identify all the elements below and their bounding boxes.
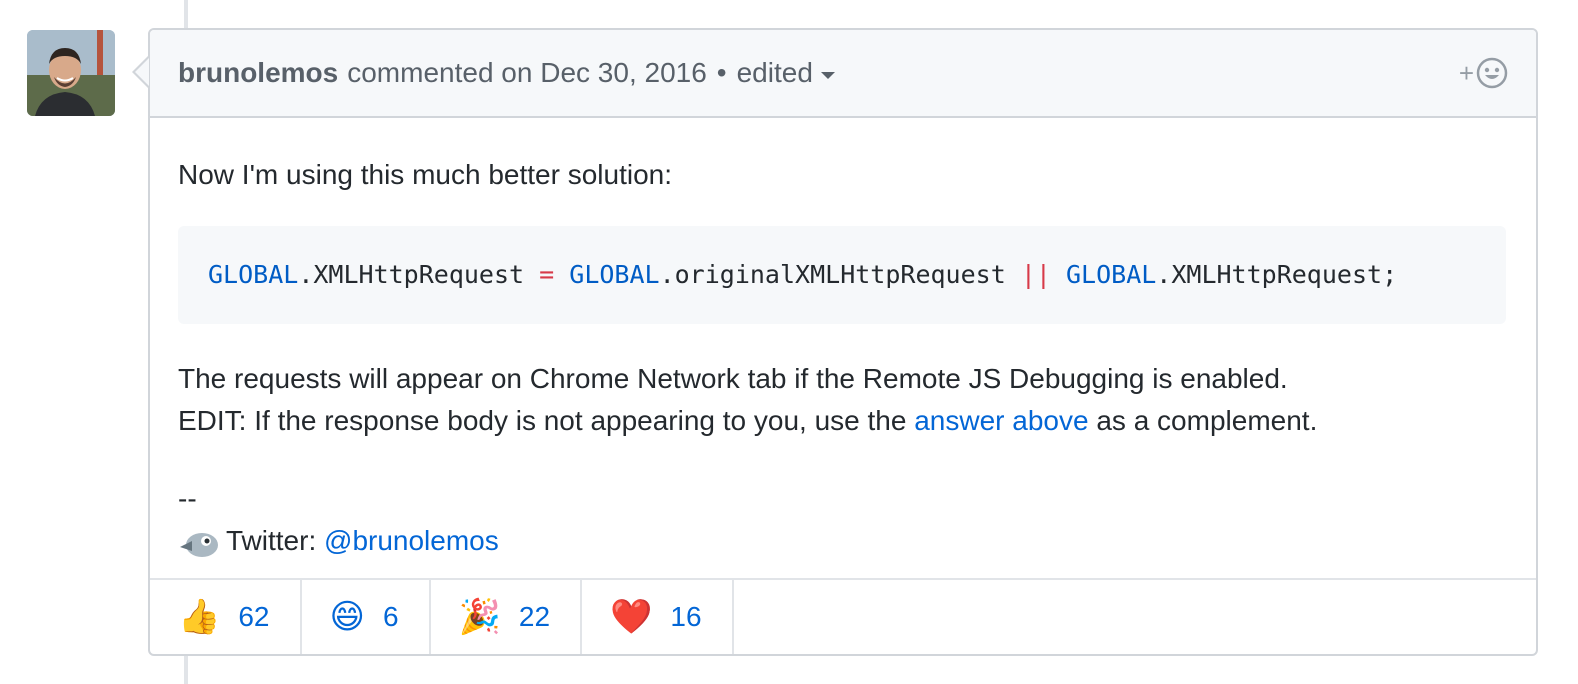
heart-icon: ❤️ (610, 598, 653, 636)
comment-card: brunolemos commented on Dec 30, 2016 • e… (148, 28, 1538, 656)
answer-above-link[interactable]: answer above (914, 405, 1088, 436)
timeline-line-bottom (184, 656, 188, 684)
thumbs-up-icon: 👍 (178, 598, 221, 636)
code-token: .XMLHttpRequest (298, 260, 540, 289)
edited-dropdown[interactable]: edited (737, 57, 835, 89)
body-line-2-suffix: as a complement. (1088, 405, 1318, 436)
smiley-icon (1476, 57, 1508, 89)
comment-header: brunolemos commented on Dec 30, 2016 • e… (150, 30, 1536, 118)
author-link[interactable]: brunolemos (178, 57, 338, 89)
avatar[interactable] (27, 30, 115, 116)
timeline-line-top (184, 0, 188, 28)
add-reaction-button[interactable]: + (1459, 57, 1508, 89)
separator-bullet: • (716, 57, 727, 88)
timeline: brunolemos commented on Dec 30, 2016 • e… (0, 0, 1578, 684)
edited-label: edited (736, 57, 813, 88)
comment-body: Now I'm using this much better solution:… (150, 118, 1536, 562)
smile-icon: 😄 (329, 598, 365, 636)
reaction-count: 22 (518, 601, 551, 632)
code-token: .XMLHttpRequest; (1156, 260, 1398, 289)
reactions-bar: 👍 62 😄 6 🎉 22 ❤️ 16 (150, 578, 1536, 654)
signature: -- Twitter: @brunolemos (178, 478, 1506, 562)
body-line-1: The requests will appear on Chrome Netwo… (178, 363, 1288, 394)
reaction-count: 62 (238, 601, 270, 632)
code-token-global: GLOBAL (569, 260, 660, 289)
tada-icon: 🎉 (458, 598, 501, 636)
intro-text: Now I'm using this much better solution: (178, 159, 673, 190)
code-block: GLOBAL .XMLHttpRequest = GLOBAL .originalX… (178, 226, 1506, 324)
twitter-handle-link[interactable]: @brunolemos (324, 525, 499, 556)
code-operator: || (1020, 260, 1051, 289)
twitter-label: Twitter: (226, 525, 325, 556)
body-paragraph: The requests will appear on Chrome Netwo… (178, 358, 1506, 442)
reaction-count: 16 (670, 601, 702, 632)
reaction-count: 6 (382, 601, 399, 632)
signature-dashes: -- (178, 483, 197, 514)
code-operator: = (539, 260, 555, 289)
code-token-global: GLOBAL (1065, 260, 1157, 289)
bird-icon (180, 532, 218, 557)
reaction-smile-button[interactable]: 😄 6 (302, 580, 431, 654)
avatar-photo (27, 30, 115, 116)
caret-down-icon (820, 71, 835, 79)
body-line-2-prefix: EDIT: If the response body is not appear… (178, 405, 915, 436)
reaction-heart-button[interactable]: ❤️ 16 (582, 580, 734, 654)
code-token-global: GLOBAL (208, 260, 299, 289)
reaction-thumbs-up-button[interactable]: 👍 62 (150, 580, 302, 654)
code-token: .originalXMLHttpRequest (659, 260, 1021, 289)
comment-timestamp[interactable]: commented on Dec 30, 2016 (347, 57, 707, 89)
plus-icon: + (1458, 57, 1474, 88)
reaction-tada-button[interactable]: 🎉 22 (431, 580, 583, 654)
comment-pointer-fill (135, 58, 149, 86)
